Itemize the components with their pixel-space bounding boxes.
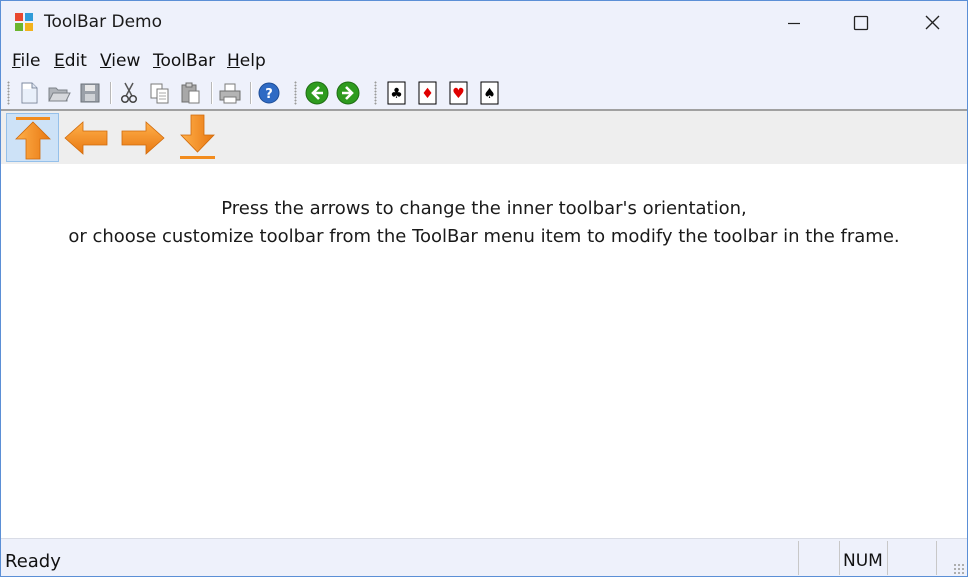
maximize-button[interactable]	[838, 1, 884, 45]
status-bar: Ready NUM	[1, 538, 967, 576]
close-icon	[925, 15, 940, 30]
num-lock-indicator: NUM	[843, 551, 883, 571]
arrow-down-icon	[180, 114, 215, 159]
status-pane-divider	[887, 541, 888, 575]
menu-view[interactable]: View	[100, 51, 140, 71]
main-toolbar: ? ♣ ♦ ♥ ♠	[1, 77, 967, 111]
copy-icon[interactable]	[147, 80, 173, 106]
arrow-up-icon	[15, 117, 51, 160]
menu-view-mnemonic: V	[100, 51, 112, 71]
message-line-2: or choose customize toolbar from the Too…	[68, 226, 900, 247]
arrow-right-icon	[121, 121, 165, 155]
menu-bar: File Edit View ToolBar Help	[1, 45, 967, 77]
minimize-icon	[788, 22, 800, 25]
svg-text:♦: ♦	[421, 86, 434, 102]
menu-help-label: elp	[239, 51, 266, 71]
menu-toolbar-label: oolBar	[160, 51, 216, 71]
menu-toolbar-mnemonic: T	[153, 51, 161, 71]
status-text: Ready	[5, 551, 61, 572]
menu-help[interactable]: Help	[227, 51, 266, 71]
menu-file-mnemonic: F	[12, 51, 21, 71]
menu-view-label: iew	[111, 51, 141, 71]
card-spades-icon[interactable]: ♠	[476, 80, 502, 106]
toolbar-separator	[211, 82, 213, 104]
arrow-down-button[interactable]	[171, 113, 224, 162]
menu-help-mnemonic: H	[227, 51, 240, 71]
close-button[interactable]	[909, 1, 955, 45]
print-icon[interactable]	[217, 80, 243, 106]
arrow-left-button[interactable]	[61, 113, 114, 162]
window-title: ToolBar Demo	[44, 12, 163, 32]
arrow-right-button[interactable]	[116, 113, 169, 162]
app-icon	[15, 13, 34, 32]
menu-file-label: ile	[20, 51, 41, 71]
svg-text:♣: ♣	[390, 86, 403, 102]
maximize-icon	[853, 15, 869, 31]
resize-grip[interactable]	[953, 563, 965, 575]
toolbar-grip[interactable]	[294, 81, 297, 105]
minimize-button[interactable]	[771, 1, 817, 45]
paste-icon[interactable]	[178, 80, 204, 106]
card-diamonds-icon[interactable]: ♦	[414, 80, 440, 106]
arrow-up-button[interactable]	[6, 113, 59, 162]
forward-icon[interactable]	[335, 80, 361, 106]
message-line-1: Press the arrows to change the inner too…	[221, 198, 747, 219]
open-folder-icon[interactable]	[46, 80, 72, 106]
card-hearts-icon[interactable]: ♥	[445, 80, 471, 106]
app-window: ToolBar Demo File Edit View ToolBar Help	[0, 0, 968, 577]
menu-edit-label: dit	[64, 51, 87, 71]
new-file-icon[interactable]	[16, 80, 42, 106]
help-icon[interactable]: ?	[256, 80, 282, 106]
toolbar-grip[interactable]	[7, 81, 10, 105]
arrow-left-icon	[64, 121, 108, 155]
menu-edit[interactable]: Edit	[54, 51, 87, 71]
card-clubs-icon[interactable]: ♣	[383, 80, 409, 106]
content-area: Press the arrows to change the inner too…	[1, 164, 967, 537]
svg-text:♥: ♥	[452, 86, 465, 102]
status-pane-divider	[798, 541, 799, 575]
cut-icon[interactable]	[116, 80, 142, 106]
title-bar[interactable]: ToolBar Demo	[1, 1, 967, 45]
back-icon[interactable]	[304, 80, 330, 106]
menu-file[interactable]: File	[12, 51, 40, 71]
toolbar-separator	[250, 82, 252, 104]
toolbar-grip[interactable]	[374, 81, 377, 105]
status-pane-divider	[936, 541, 937, 575]
toolbar-separator	[110, 82, 112, 104]
menu-toolbar[interactable]: ToolBar	[153, 51, 215, 71]
inner-toolbar	[1, 111, 967, 164]
menu-edit-mnemonic: E	[54, 51, 65, 71]
svg-text:?: ?	[265, 87, 273, 102]
svg-text:♠: ♠	[483, 86, 496, 102]
status-pane-divider	[839, 541, 840, 575]
save-icon[interactable]	[77, 80, 103, 106]
